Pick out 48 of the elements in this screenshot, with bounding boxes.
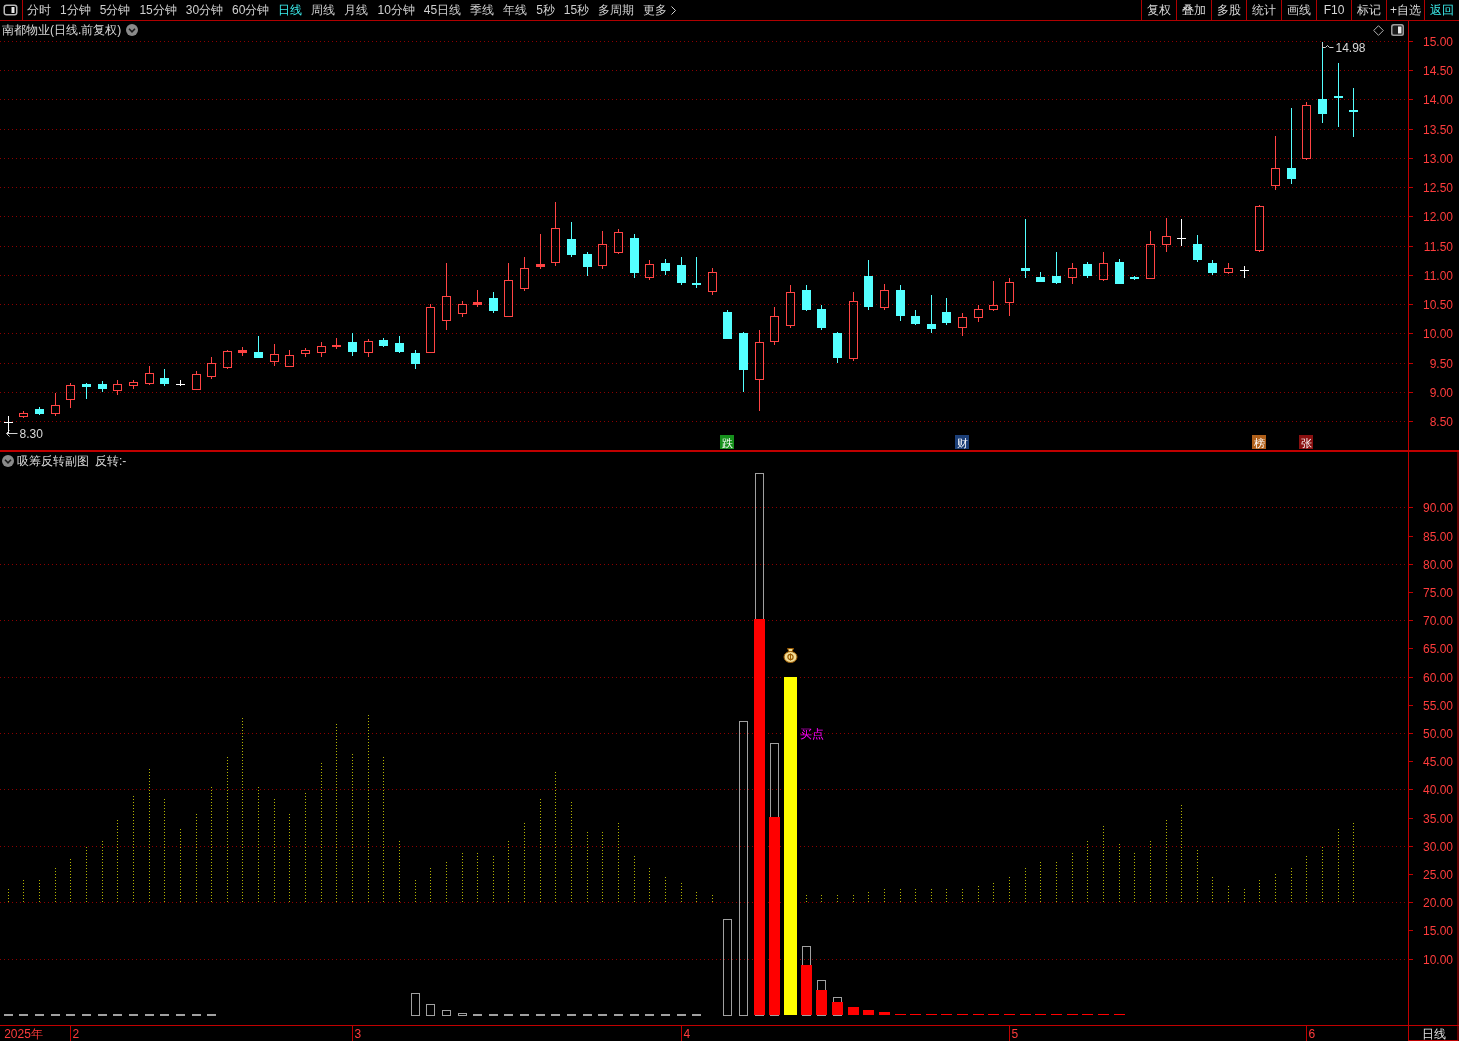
axis-label: 15.00 bbox=[1422, 34, 1453, 49]
indicator-title: 吸筹反转副图 bbox=[17, 453, 89, 469]
axis-label: 70.00 bbox=[1422, 613, 1453, 628]
axis-label: 13.50 bbox=[1422, 122, 1453, 137]
axis-label: 55.00 bbox=[1422, 698, 1453, 713]
axis-label: 14.50 bbox=[1422, 63, 1453, 78]
axis-label: 2 bbox=[72, 1027, 80, 1041]
axis-label: 80.00 bbox=[1422, 557, 1453, 572]
event-tag: 张 bbox=[1299, 435, 1313, 449]
axis-label: 11.00 bbox=[1423, 268, 1453, 283]
axis-label: 6 bbox=[1308, 1027, 1316, 1041]
axis-label: 9.50 bbox=[1429, 356, 1453, 371]
axis-label: 35.00 bbox=[1422, 811, 1453, 826]
axis-label: 2025年 bbox=[4, 1027, 43, 1041]
axis-label: 12.50 bbox=[1422, 180, 1453, 195]
axis-label: 75.00 bbox=[1422, 585, 1453, 600]
axis-label: 85.00 bbox=[1422, 529, 1453, 544]
axis-label: 10.00 bbox=[1422, 326, 1453, 341]
axis-label: 11.50 bbox=[1423, 239, 1453, 254]
chart-title: 南都物业(日线.前复权) bbox=[2, 22, 122, 38]
axis-label: 65.00 bbox=[1422, 641, 1453, 656]
axis-label: 10.50 bbox=[1422, 297, 1453, 312]
axis-label: 4 bbox=[683, 1027, 691, 1041]
price-label: 8.30 bbox=[19, 426, 43, 441]
axis-label: 3 bbox=[354, 1027, 362, 1041]
axis-label: 12.00 bbox=[1422, 209, 1453, 224]
event-tag: 榜 bbox=[1252, 435, 1266, 449]
axis-label: 25.00 bbox=[1422, 867, 1453, 882]
signal-label: 买点 bbox=[799, 727, 824, 741]
indicator-reading: 反转:- bbox=[95, 453, 127, 469]
axis-label: 50.00 bbox=[1422, 726, 1453, 741]
axis-label: 14.00 bbox=[1422, 92, 1453, 107]
axis-label: 13.00 bbox=[1422, 151, 1453, 166]
axis-label: 20.00 bbox=[1422, 895, 1453, 910]
axis-label: 30.00 bbox=[1422, 839, 1453, 854]
axis-label: 40.00 bbox=[1422, 782, 1453, 797]
axis-label: 45.00 bbox=[1422, 754, 1453, 769]
axis-label: 9.00 bbox=[1429, 385, 1453, 400]
axis-label: 8.50 bbox=[1429, 414, 1453, 429]
axis-label: 5 bbox=[1011, 1027, 1019, 1041]
axis-label: 15.00 bbox=[1422, 923, 1453, 938]
axis-label: 90.00 bbox=[1422, 500, 1453, 515]
price-label: 14.98 bbox=[1335, 40, 1366, 55]
event-tag: 财 bbox=[955, 435, 969, 449]
axis-label: 10.00 bbox=[1422, 952, 1453, 967]
event-tag: 跌 bbox=[720, 435, 734, 449]
period-label: 日线 bbox=[1421, 1027, 1446, 1041]
axis-label: 60.00 bbox=[1422, 670, 1453, 685]
